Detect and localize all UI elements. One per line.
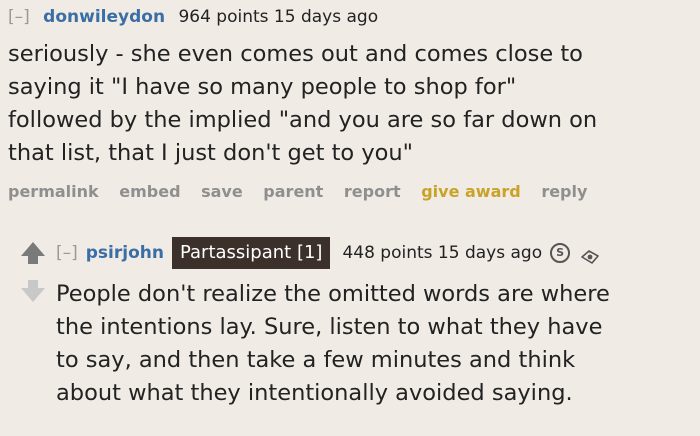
comment-line: followed by the implied "and you are so … xyxy=(8,107,598,133)
comment-line: People don't realize the omitted words a… xyxy=(56,281,610,307)
s-circle-icon: S xyxy=(550,243,571,263)
embed-link[interactable]: embed xyxy=(119,182,180,201)
vote-controls xyxy=(20,242,46,302)
permalink-link[interactable]: permalink xyxy=(8,182,99,201)
give-award-link[interactable]: give award xyxy=(421,182,521,201)
score-and-time: 964 points 15 days ago xyxy=(178,7,379,27)
collapse-toggle[interactable]: [–] xyxy=(8,7,30,27)
save-link[interactable]: save xyxy=(201,182,243,201)
comment-tagline: [–] psirjohn Partassipant [1] 448 points… xyxy=(56,236,696,270)
comment-donwileydon: [–] donwileydon 964 points 15 days ago s… xyxy=(8,4,696,201)
comment-body: seriously - she even comes out and comes… xyxy=(8,38,696,170)
user-flair-badge: Partassipant [1] xyxy=(171,237,331,269)
report-link[interactable]: report xyxy=(344,182,401,201)
comment-line: about what they intentionally avoided sa… xyxy=(56,380,573,406)
reply-link[interactable]: reply xyxy=(541,182,587,201)
comment-main: [–] psirjohn Partassipant [1] 448 points… xyxy=(56,236,696,410)
upvote-arrow-icon[interactable] xyxy=(20,242,46,264)
eye-icon xyxy=(580,244,600,264)
author-link[interactable]: psirjohn xyxy=(86,236,164,270)
collapse-toggle[interactable]: [–] xyxy=(56,236,78,270)
comment-line: seriously - she even comes out and comes… xyxy=(8,41,583,67)
downvote-arrow-icon[interactable] xyxy=(20,280,46,302)
score-and-time: 448 points 15 days ago xyxy=(342,243,543,263)
parent-link[interactable]: parent xyxy=(263,182,323,201)
comment-line: that list, that I just don't get to you" xyxy=(8,140,414,166)
comment-tagline: [–] donwileydon 964 points 15 days ago xyxy=(8,4,696,30)
comment-line: the intentions lay. Sure, listen to what… xyxy=(56,314,603,340)
comment-body: People don't realize the omitted words a… xyxy=(56,278,696,410)
comment-line: saying it "I have so many people to shop… xyxy=(8,74,517,100)
comment-line: to say, and then take a few minutes and … xyxy=(56,347,576,373)
comment-actions: permalink embed save parent report give … xyxy=(8,182,696,201)
author-link[interactable]: donwileydon xyxy=(43,7,165,27)
